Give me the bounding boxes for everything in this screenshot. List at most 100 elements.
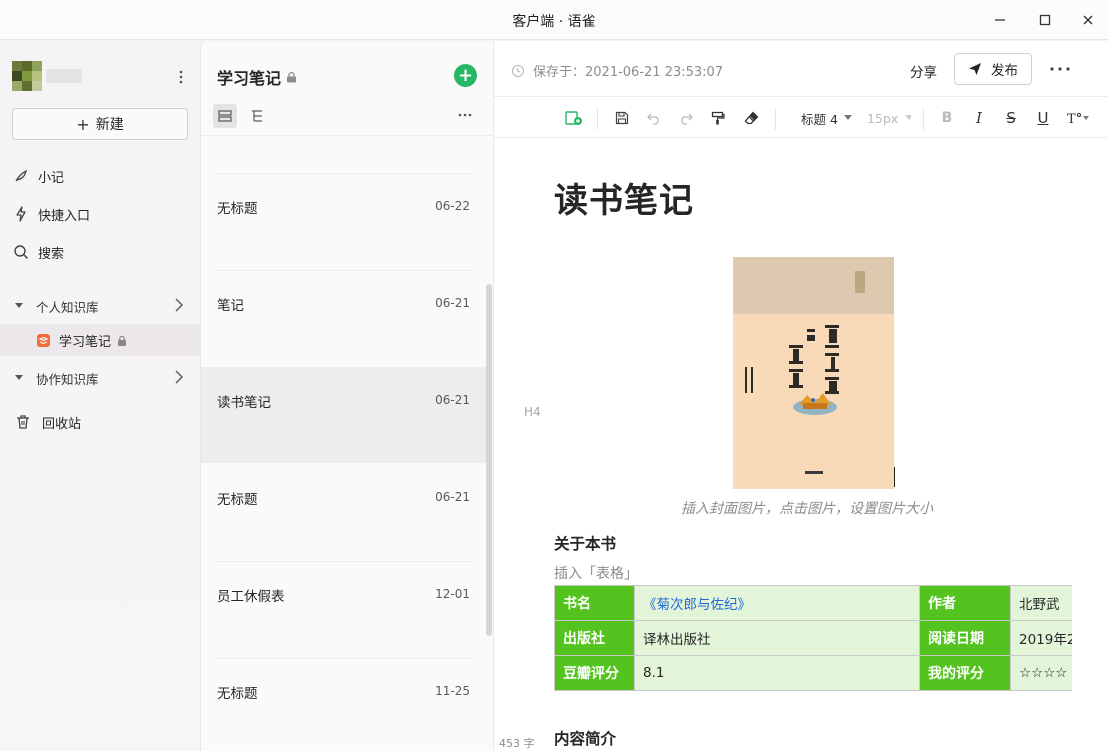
divider	[201, 135, 494, 136]
sidebar-item-trash[interactable]: 回收站	[14, 408, 194, 436]
table-cell[interactable]: 出版社	[554, 620, 635, 656]
editor-panel: 保存于：2021-06-21 23:53:07 分享 发布 标题 4 15px …	[494, 41, 1108, 751]
undo-button[interactable]	[645, 109, 663, 127]
text-cursor	[894, 467, 895, 487]
doc-list-scrollbar[interactable]	[486, 284, 492, 636]
book-icon	[37, 333, 50, 347]
doc-list-panel: 学习笔记 + 无标题 06-22 笔记 06-21 读书笔记 06-21 无标题…	[200, 41, 494, 751]
doc-title: 无标题	[217, 686, 258, 702]
save-status: 保存于：2021-06-21 23:53:07	[512, 61, 723, 80]
new-button-label: 新建	[95, 117, 124, 133]
divider	[923, 108, 924, 130]
table-cell[interactable]: 《菊次郎与佐纪》	[634, 585, 920, 621]
save-icon	[615, 111, 629, 125]
book-cover-image[interactable]	[733, 257, 894, 489]
editor-toolbar: 标题 4 15px B I S U T	[494, 98, 1108, 138]
minimize-button[interactable]	[990, 10, 1010, 30]
table-cell[interactable]: ☆☆☆☆	[1010, 655, 1072, 691]
editor-more-button[interactable]	[1048, 61, 1072, 77]
kb-title-text: 学习笔记	[217, 69, 282, 88]
window-title: 客户端 · 语雀	[512, 14, 596, 30]
add-doc-button[interactable]: +	[454, 64, 477, 87]
table-cell[interactable]: 豆瓣评分	[554, 655, 635, 691]
account-menu-button[interactable]	[174, 67, 188, 87]
table-row: 出版社 译林出版社 阅读日期 2019年2	[554, 620, 1072, 656]
sidebar-item-label: 搜索	[38, 246, 65, 262]
table-cell[interactable]: 北野武	[1010, 585, 1072, 621]
text-color-icon: T	[1067, 112, 1089, 125]
table-cell[interactable]: 阅读日期	[919, 620, 1011, 656]
table-cell[interactable]: 2019年2	[1010, 620, 1072, 656]
plus-icon: +	[457, 64, 474, 86]
lightning-icon	[12, 205, 30, 223]
avatar[interactable]	[12, 61, 84, 93]
italic-button[interactable]: I	[971, 109, 987, 127]
underline-icon: U	[1037, 109, 1049, 127]
document-content[interactable]: 读书笔记 H4 插入封面图片，点击图片，设置图片大小 关于本书 插入「表格」 书…	[494, 139, 1108, 751]
text-style-menu[interactable]: T	[1066, 109, 1092, 127]
title-bar: 客户端 · 语雀	[0, 0, 1108, 40]
lock-icon	[287, 71, 297, 83]
divider	[775, 108, 776, 130]
save-button[interactable]	[613, 109, 631, 127]
plus-icon: +	[76, 114, 90, 134]
doc-row[interactable]: 无标题 11-25	[201, 658, 486, 751]
format-painter-icon	[711, 111, 725, 125]
doc-row[interactable]: 无标题 06-22	[201, 173, 486, 269]
doc-title-heading: 读书笔记	[554, 181, 694, 221]
doc-list-more-button[interactable]	[455, 107, 475, 123]
maximize-button[interactable]	[1035, 10, 1055, 30]
heading-select[interactable]: 标题 4	[801, 109, 853, 127]
share-button[interactable]: 分享	[910, 61, 937, 81]
sidebar-item-label: 回收站	[42, 416, 82, 432]
table-cell[interactable]: 我的评分	[919, 655, 1011, 691]
doc-title: 无标题	[217, 201, 258, 217]
sidebar-item-shortcuts[interactable]: 快捷入口	[12, 200, 192, 228]
doc-date: 06-21	[435, 393, 470, 407]
chevron-right-icon[interactable]	[174, 298, 184, 312]
bold-button[interactable]: B	[939, 109, 955, 127]
sidebar-item-study-notes[interactable]: 学习笔记	[0, 324, 200, 356]
tree-view-button[interactable]	[245, 104, 269, 128]
table-cell[interactable]: 译林出版社	[634, 620, 920, 656]
sidebar-section-team[interactable]: 协作知识库	[14, 365, 190, 391]
bold-icon: B	[941, 110, 953, 126]
doc-row[interactable]: 无标题 06-21	[201, 464, 486, 560]
redo-button[interactable]	[677, 109, 695, 127]
doc-row[interactable]: 笔记 06-21	[201, 270, 486, 366]
kb-label: 学习笔记	[59, 334, 112, 350]
clear-format-button[interactable]	[742, 109, 760, 127]
sidebar-item-label: 小记	[38, 170, 65, 186]
list-view-icon	[218, 110, 232, 122]
table-cell[interactable]: 8.1	[634, 655, 920, 691]
maximize-icon	[1039, 14, 1051, 26]
font-size-select[interactable]: 15px	[867, 109, 911, 127]
doc-row[interactable]: 员工休假表 12-01	[201, 561, 486, 657]
format-painter-button[interactable]	[709, 109, 727, 127]
list-view-button[interactable]	[213, 104, 237, 128]
sidebar-item-label: 快捷入口	[38, 208, 91, 224]
sidebar-item-notes[interactable]: 小记	[12, 162, 192, 190]
word-count: 453 字	[499, 737, 535, 750]
caret-down-icon	[15, 375, 23, 380]
insert-table-hint: 插入「表格」	[554, 566, 638, 582]
doc-row-selected[interactable]: 读书笔记 06-21	[201, 367, 486, 463]
section-label: 协作知识库	[36, 371, 99, 387]
close-button[interactable]	[1078, 10, 1098, 30]
chevron-right-icon[interactable]	[174, 370, 184, 384]
new-button[interactable]: + 新建	[12, 108, 188, 140]
doc-date: 06-22	[435, 199, 470, 213]
table-cell[interactable]: 书名	[554, 585, 635, 621]
minimize-icon	[995, 19, 1005, 21]
section-label: 个人知识库	[36, 299, 99, 315]
publish-button[interactable]: 发布	[954, 53, 1032, 85]
sidebar-section-personal[interactable]: 个人知识库	[14, 293, 190, 319]
insert-block-button[interactable]	[564, 109, 584, 127]
sidebar-item-search[interactable]: 搜索	[12, 238, 192, 266]
more-dots-icon	[458, 113, 472, 117]
table-cell[interactable]: 作者	[919, 585, 1011, 621]
book-info-table[interactable]: 书名 《菊次郎与佐纪》 作者 北野武 出版社 译林出版社 阅读日期 2019年2…	[554, 585, 1072, 691]
strikethrough-button[interactable]: S	[1003, 109, 1019, 127]
underline-button[interactable]: U	[1035, 109, 1051, 127]
doc-date: 11-25	[435, 684, 470, 698]
